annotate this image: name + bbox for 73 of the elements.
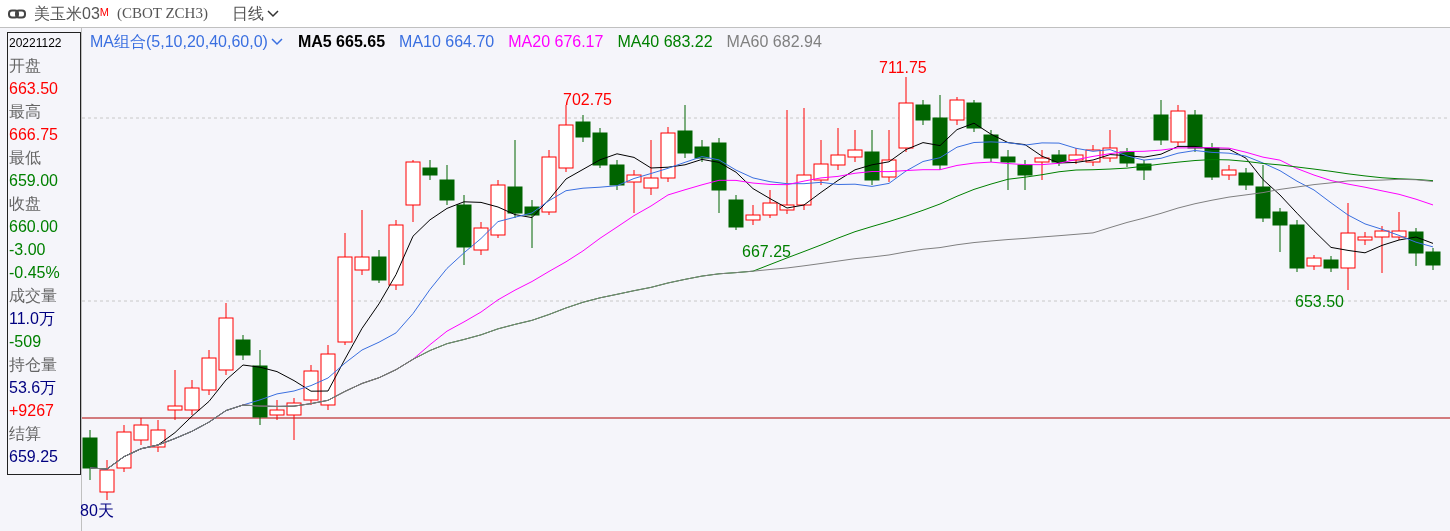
falling-candlestick [966,99,982,133]
quote-field: 663.50 [9,77,80,100]
price-label: 711.75 [879,58,927,78]
ma-legend-value: MA20 676.17 [508,32,604,52]
rising-candlestick [558,104,574,173]
falling-candlestick [1017,159,1033,191]
falling-candlestick [983,129,999,163]
falling-candlestick [1289,219,1305,273]
rising-candlestick [1170,104,1186,147]
caret-icon [265,8,280,19]
ma-legend-value: MA60 682.94 [726,32,822,52]
rising-candlestick [830,127,846,171]
falling-candlestick [1000,149,1016,191]
rising-candlestick [541,149,557,216]
rising-candlestick [660,126,676,183]
falling-candlestick [1119,147,1135,168]
rising-candlestick [626,169,642,214]
rising-candlestick [388,219,404,291]
falling-candlestick [1153,99,1169,146]
main-contract-mark: M [99,5,109,18]
instrument-code: (CBOT ZCH3) [116,4,208,24]
rising-candlestick [745,204,761,226]
rising-candlestick [184,379,200,416]
quote-field: 开盘 [9,54,80,77]
quote-field: 659.00 [9,169,80,192]
quote-field: 11.0万 [9,307,80,330]
caret-icon [269,37,284,47]
quote-field: 最高 [9,100,80,123]
rising-candlestick [99,459,115,501]
period-dropdown[interactable]: 日线 [231,1,280,26]
quote-field: 成交量 [9,284,80,307]
rising-candlestick [1221,164,1237,181]
quote-field: +9267 [9,399,80,422]
quote-field: 660.00 [9,215,80,238]
falling-candlestick [1051,149,1067,167]
rising-candlestick [405,159,421,223]
ma-combo-dropdown[interactable]: MA组合(5,10,20,40,60,0) [90,30,284,54]
ma-legend-value: MA5 665.65 [297,32,386,52]
rising-candlestick [1034,149,1050,181]
quote-field: 持仓量 [9,353,80,376]
link-icon [8,8,26,19]
ma-legend-value: MA10 664.70 [399,32,495,52]
quote-field: 666.75 [9,123,80,146]
falling-candlestick [1272,207,1288,253]
quote-field: 659.25 [9,445,80,468]
quote-field: -3.00 [9,238,80,261]
quote-field: 结算 [9,422,80,445]
instrument-name: 美玉米03 [34,3,100,24]
falling-candlestick [1204,142,1220,181]
ma-legend-value: MA40 683.22 [617,32,713,52]
date-text: 20221122 [9,35,63,52]
price-label: 653.50 [1295,292,1344,312]
falling-candlestick [864,129,880,186]
falling-candlestick [82,429,98,481]
range-label: 80天 [80,501,114,521]
quote-field: -0.45% [9,261,80,284]
falling-candlestick [1323,255,1339,273]
price-label: 667.25 [742,242,791,262]
quote-field: 最低 [9,146,80,169]
rising-candlestick [643,139,659,196]
rising-candlestick [847,129,863,163]
rising-candlestick [881,129,897,183]
falling-candlestick [1136,159,1152,181]
falling-candlestick [609,159,625,191]
quote-field: -509 [9,330,80,353]
quote-field: 53.6万 [9,376,80,399]
falling-candlestick [1187,109,1203,153]
rising-candlestick [1068,147,1084,165]
falling-candlestick [371,249,387,284]
quote-field: 收盘 [9,192,80,215]
rising-candlestick [949,96,965,126]
rising-candlestick [1306,254,1322,271]
price-label: 702.75 [563,90,612,110]
